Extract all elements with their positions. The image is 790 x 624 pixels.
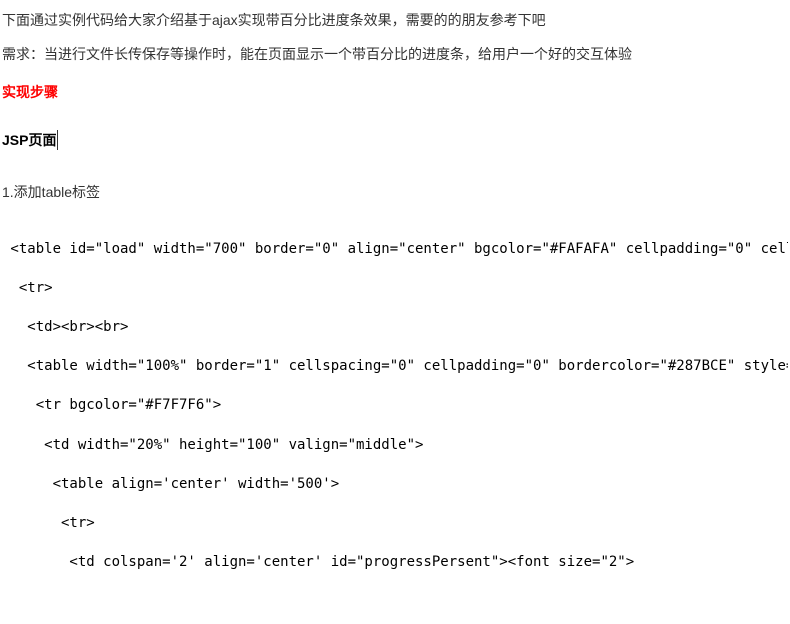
code-line: <tr> [2, 515, 95, 531]
code-line: <td colspan='2' align='center' id="progr… [2, 554, 634, 570]
heading-jsp: JSP页面 [2, 130, 58, 150]
code-line: <td width="20%" height="100" valign="mid… [2, 437, 423, 453]
code-line: <td><br><br> [2, 319, 128, 335]
code-line: <tr bgcolor="#F7F7F6"> [2, 397, 221, 413]
intro-text: 下面通过实例代码给大家介绍基于ajax实现带百分比进度条效果，需要的的朋友参考下… [2, 10, 788, 30]
code-line: <table width="100%" border="1" cellspaci… [2, 358, 788, 374]
requirement-text: 需求：当进行文件长传保存等操作时，能在页面显示一个带百分比的进度条，给用户一个好… [2, 44, 788, 64]
code-line: <tr> [2, 280, 53, 296]
code-line: <table align='center' width='500'> [2, 476, 339, 492]
heading-steps: 实现步骤 [2, 82, 788, 102]
step-1-label: 1.添加table标签 [2, 182, 788, 202]
code-block: <table id="load" width="700" border="0" … [2, 220, 788, 573]
code-line: <table id="load" width="700" border="0" … [2, 241, 788, 257]
